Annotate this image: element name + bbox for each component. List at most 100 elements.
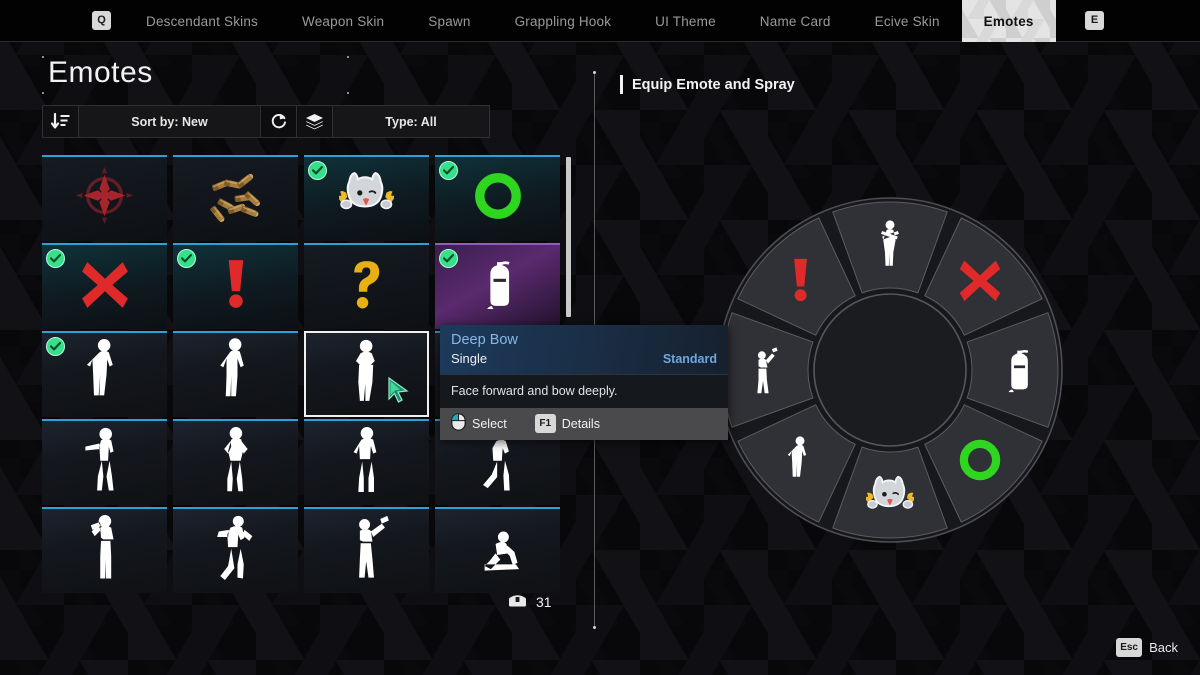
tooltip-details-label: Details bbox=[561, 416, 600, 431]
wheel-slot-right-icon bbox=[1008, 349, 1029, 393]
wheel-slot-top-right-icon bbox=[959, 260, 1001, 302]
pose-salute-icon bbox=[196, 333, 274, 417]
next-tab-key-e[interactable]: E bbox=[1085, 11, 1104, 30]
spraycan-icon bbox=[481, 258, 513, 317]
tab-list: Descendant Skins Weapon Skin Spawn Grapplin… bbox=[124, 0, 1056, 42]
sort-descending-icon[interactable] bbox=[43, 106, 79, 137]
pose-stand-icon bbox=[327, 421, 405, 505]
emote-wave-pose[interactable] bbox=[304, 507, 429, 593]
wheel-slot-left-icon bbox=[757, 347, 778, 393]
mascot-chicken-sticker[interactable] bbox=[304, 155, 429, 241]
item-tooltip: Deep Bow Single Standard Face forward an… bbox=[440, 325, 728, 440]
pose-flex-icon bbox=[196, 421, 274, 505]
emote-mic-pose[interactable] bbox=[42, 331, 167, 417]
tab-label: Spawn bbox=[428, 13, 471, 29]
page-title: Emotes bbox=[48, 56, 153, 89]
pose-sit-icon bbox=[458, 509, 536, 593]
tab-weapon-skin[interactable]: Weapon Skin bbox=[280, 0, 406, 42]
back-button[interactable]: Esc Back bbox=[1116, 638, 1178, 657]
tooltip-item-type: Single bbox=[451, 351, 488, 366]
emote-point-pose[interactable] bbox=[42, 419, 167, 505]
emote-deep-bow[interactable] bbox=[304, 331, 429, 417]
tab-label: Name Card bbox=[759, 13, 831, 29]
tab-ui-theme[interactable]: UI Theme bbox=[633, 0, 738, 42]
O-icon bbox=[472, 170, 524, 229]
tab-label: Ecive Skin bbox=[874, 13, 940, 29]
pose-dance-icon bbox=[196, 509, 274, 593]
crosshair-target-spray[interactable] bbox=[42, 155, 167, 241]
ammo-bullets-spray[interactable] bbox=[173, 155, 298, 241]
tooltip-select-label: Select bbox=[472, 416, 507, 431]
crosshair-icon bbox=[72, 163, 137, 235]
inventory-count: 31 bbox=[508, 592, 552, 611]
tab-descendant-skins[interactable]: Descendant Skins bbox=[124, 0, 280, 42]
tab-ecive-skin[interactable]: Ecive Skin bbox=[853, 0, 962, 42]
tab-grappling-hook[interactable]: Grappling Hook bbox=[493, 0, 634, 42]
wheel-slot-bottom-icon bbox=[865, 475, 915, 509]
equipped-check-icon bbox=[177, 249, 196, 268]
red-x-spray[interactable] bbox=[42, 243, 167, 329]
sort-by-button[interactable]: Sort by: New bbox=[79, 106, 261, 137]
bullets-icon bbox=[203, 170, 268, 229]
tab-label: UI Theme bbox=[655, 13, 716, 29]
back-label: Back bbox=[1149, 640, 1178, 655]
pose-bow-icon bbox=[327, 333, 405, 417]
pose-mic-icon bbox=[65, 333, 143, 417]
equip-section-title: Equip Emote and Spray bbox=[632, 76, 795, 93]
equipped-check-icon bbox=[46, 249, 65, 268]
!-icon bbox=[224, 258, 248, 317]
mouse-cursor bbox=[387, 376, 413, 403]
tab-name-card[interactable]: Name Card bbox=[738, 0, 853, 42]
emote-stand-pose[interactable] bbox=[304, 419, 429, 505]
pose-wave-icon bbox=[327, 509, 405, 593]
chest-icon bbox=[508, 592, 527, 611]
emote-wheel bbox=[705, 185, 1075, 555]
mascot-icon bbox=[337, 170, 396, 229]
mouse-left-click-icon bbox=[451, 413, 466, 434]
green-ring-o-spray[interactable] bbox=[435, 155, 560, 241]
tab-label: Emotes bbox=[983, 13, 1034, 29]
wheel-slot-bottom-left-icon bbox=[787, 436, 807, 478]
type-filter-button[interactable]: Type: All bbox=[333, 106, 489, 137]
equipped-check-icon bbox=[439, 161, 458, 180]
header-accent-bar bbox=[620, 75, 623, 94]
layers-icon[interactable] bbox=[297, 106, 333, 137]
?-icon bbox=[348, 258, 385, 317]
wheel-slot-bottom-right-icon bbox=[959, 439, 1001, 481]
tab-label: Descendant Skins bbox=[146, 13, 259, 29]
tooltip-header: Deep Bow Single Standard bbox=[440, 325, 728, 374]
prev-tab-key-q[interactable]: Q bbox=[92, 11, 111, 30]
tooltip-actions: Select F1 Details bbox=[440, 408, 728, 440]
tab-label: Weapon Skin bbox=[302, 13, 385, 29]
X-icon bbox=[79, 258, 131, 317]
filter-bar: Sort by: New Type: All bbox=[42, 105, 490, 138]
yellow-question-spray[interactable] bbox=[304, 243, 429, 329]
tab-label: Grappling Hook bbox=[514, 13, 612, 29]
emote-salute-pose[interactable] bbox=[173, 331, 298, 417]
tab-spawn[interactable]: Spawn bbox=[406, 0, 492, 42]
equipped-check-icon bbox=[46, 337, 65, 356]
spray-can-spray[interactable] bbox=[435, 243, 560, 329]
wheel-slot-top-left-icon bbox=[793, 259, 807, 302]
red-exclamation-spray[interactable] bbox=[173, 243, 298, 329]
tooltip-description: Face forward and bow deeply. bbox=[440, 374, 728, 408]
emote-dance-pose[interactable] bbox=[173, 507, 298, 593]
tooltip-item-name: Deep Bow bbox=[451, 332, 518, 348]
wheel-slot-top-icon bbox=[881, 220, 899, 266]
back-key-esc[interactable]: Esc bbox=[1116, 638, 1143, 657]
emote-sit-pose[interactable] bbox=[435, 507, 560, 593]
tab-emotes[interactable]: Emotes bbox=[962, 0, 1056, 42]
emote-clap-pose[interactable] bbox=[42, 507, 167, 593]
grid-scrollbar-thumb[interactable] bbox=[566, 157, 571, 317]
emotes-customization-screen: Q Descendant Skins Weapon Skin Spawn Grappl… bbox=[0, 0, 1200, 675]
equip-section-header: Equip Emote and Spray bbox=[620, 75, 795, 94]
details-key-f1[interactable]: F1 bbox=[534, 414, 556, 433]
tooltip-item-rarity: Standard bbox=[662, 352, 717, 366]
emote-flex-pose[interactable] bbox=[173, 419, 298, 505]
pose-point-icon bbox=[65, 421, 143, 505]
equipped-check-icon bbox=[308, 161, 327, 180]
reset-icon[interactable] bbox=[261, 106, 297, 137]
pose-clap-icon bbox=[65, 509, 143, 593]
equipped-check-icon bbox=[439, 249, 458, 268]
wheel-center-hub bbox=[813, 293, 967, 447]
